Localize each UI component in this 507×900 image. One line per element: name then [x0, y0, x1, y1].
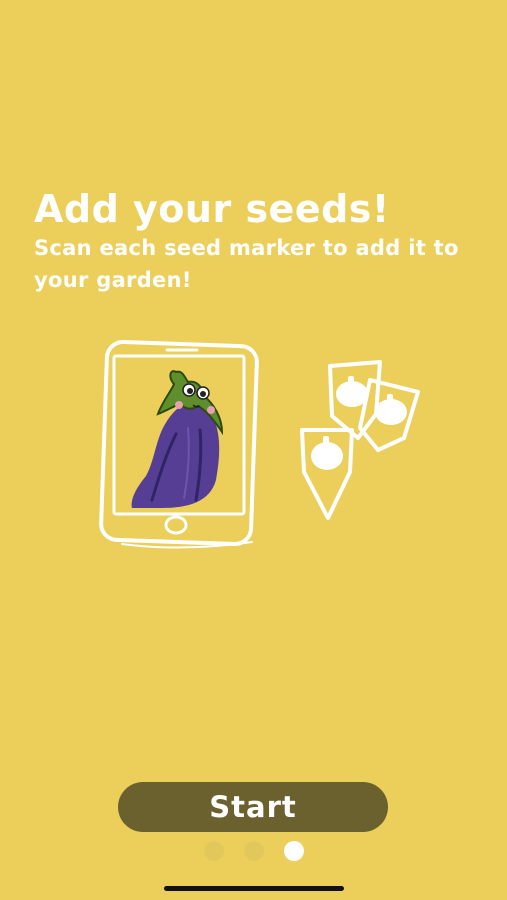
start-button[interactable]: Start: [118, 782, 388, 832]
page-indicator: [200, 841, 310, 861]
onboarding-screen: Add your seeds! Scan each seed marker to…: [0, 0, 507, 900]
page-subtitle: Scan each seed marker to add it to your …: [34, 236, 459, 292]
eggplant-icon: [131, 370, 224, 508]
home-indicator[interactable]: [164, 886, 344, 891]
scan-illustration: [99, 339, 420, 549]
page-dot-2[interactable]: [244, 841, 264, 861]
page-title: Add your seeds!: [34, 187, 390, 231]
page-dot-3[interactable]: [284, 841, 304, 861]
page-dot-1[interactable]: [204, 841, 224, 861]
